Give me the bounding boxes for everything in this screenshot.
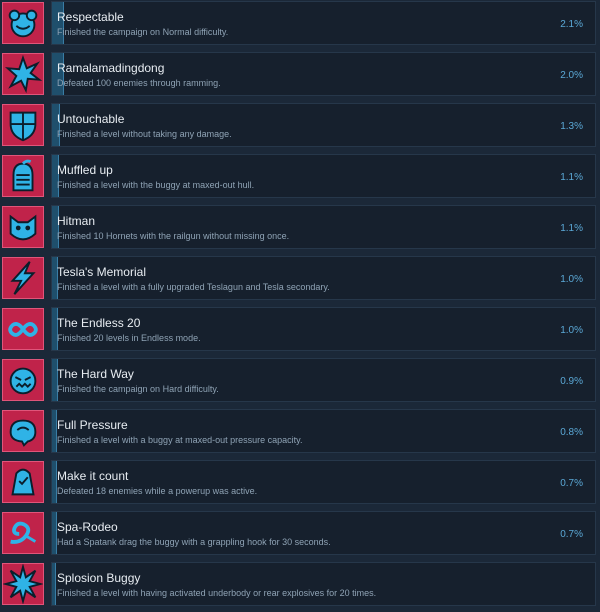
bear-head-icon — [2, 2, 44, 44]
powerup-icon — [2, 461, 44, 503]
achievement-description: Finished a level with having activated u… — [57, 588, 377, 598]
achievement-title: Full Pressure — [57, 418, 128, 432]
angry-monster-icon — [2, 359, 44, 401]
unlock-percent: 2.0% — [560, 70, 583, 81]
achievement-title: The Endless 20 — [57, 316, 141, 330]
achievement-card: Respectable Finished the campaign on Nor… — [51, 1, 596, 45]
unlock-percent: 0.7% — [560, 529, 583, 540]
achievement-description: Finished 20 levels in Endless mode. — [57, 333, 201, 343]
achievement-title: Ramalamadingdong — [57, 61, 165, 75]
achievement-title: Untouchable — [57, 112, 125, 126]
grappling-hook-icon — [2, 512, 44, 554]
achievement-row[interactable]: Full Pressure Finished a level with a bu… — [0, 408, 600, 459]
achievement-row[interactable]: Spa-Rodeo Had a Spatank drag the buggy w… — [0, 510, 600, 561]
unlock-percent: 1.0% — [560, 274, 583, 285]
unlock-percent: 1.1% — [560, 172, 583, 183]
achievement-description: Finished 10 Hornets with the railgun wit… — [57, 231, 290, 241]
achievement-row[interactable]: Muffled up Finished a level with the bug… — [0, 153, 600, 204]
unlock-percent: 2.1% — [560, 19, 583, 30]
unlock-percent: 0.8% — [560, 427, 583, 438]
unlock-percent: 1.3% — [560, 121, 583, 132]
achievement-description: Finished a level with a fully upgraded T… — [57, 282, 330, 292]
achievement-row[interactable]: The Hard Way Finished the campaign on Ha… — [0, 357, 600, 408]
achievement-description: Finished the campaign on Hard difficulty… — [57, 384, 219, 394]
achievement-description: Finished a level with the buggy at maxed… — [57, 180, 255, 190]
unlock-percent: 0.7% — [560, 478, 583, 489]
achievement-title: Spa-Rodeo — [57, 520, 118, 534]
achievement-row[interactable]: Make it count Defeated 18 enemies while … — [0, 459, 600, 510]
achievement-description: Defeated 100 enemies through ramming. — [57, 78, 221, 88]
achievement-row[interactable]: Respectable Finished the campaign on Nor… — [0, 0, 600, 51]
shield-icon — [2, 104, 44, 146]
achievement-card: Tesla's Memorial Finished a level with a… — [51, 256, 596, 300]
achievement-card: Untouchable Finished a level without tak… — [51, 103, 596, 147]
achievement-title: Splosion Buggy — [57, 571, 141, 585]
achievement-card: Hitman Finished 10 Hornets with the rail… — [51, 205, 596, 249]
achievement-list: Respectable Finished the campaign on Nor… — [0, 0, 600, 606]
achievement-description: Had a Spatank drag the buggy with a grap… — [57, 537, 331, 547]
achievement-row[interactable]: Untouchable Finished a level without tak… — [0, 102, 600, 153]
knight-helmet-icon — [2, 155, 44, 197]
achievement-row[interactable]: Tesla's Memorial Finished a level with a… — [0, 255, 600, 306]
infinity-icon — [2, 308, 44, 350]
achievement-title: Hitman — [57, 214, 96, 228]
achievement-card: Make it count Defeated 18 enemies while … — [51, 460, 596, 504]
achievement-title: Muffled up — [57, 163, 113, 177]
explosion-icon — [2, 53, 44, 95]
unlock-percent: 1.1% — [560, 223, 583, 234]
lightning-icon — [2, 257, 44, 299]
achievement-title: The Hard Way — [57, 367, 134, 381]
achievement-card: Spa-Rodeo Had a Spatank drag the buggy w… — [51, 511, 596, 555]
achievement-title: Respectable — [57, 10, 124, 24]
achievement-card: Full Pressure Finished a level with a bu… — [51, 409, 596, 453]
hornet-icon — [2, 206, 44, 248]
burst-icon — [2, 563, 44, 605]
achievement-description: Defeated 18 enemies while a powerup was … — [57, 486, 258, 496]
achievement-card: The Hard Way Finished the campaign on Ha… — [51, 358, 596, 402]
achievement-description: Finished the campaign on Normal difficul… — [57, 27, 229, 37]
achievement-card: The Endless 20 Finished 20 levels in End… — [51, 307, 596, 351]
achievement-row[interactable]: Ramalamadingdong Defeated 100 enemies th… — [0, 51, 600, 102]
unlock-percent: 0.9% — [560, 376, 583, 387]
unlock-percent: 1.0% — [560, 325, 583, 336]
achievement-description: Finished a level with a buggy at maxed-o… — [57, 435, 303, 445]
achievement-row[interactable]: Splosion Buggy Finished a level with hav… — [0, 561, 600, 612]
pressure-tank-icon — [2, 410, 44, 452]
achievement-title: Make it count — [57, 469, 129, 483]
achievement-card: Splosion Buggy Finished a level with hav… — [51, 562, 596, 606]
achievement-description: Finished a level without taking any dama… — [57, 129, 232, 139]
achievement-card: Muffled up Finished a level with the bug… — [51, 154, 596, 198]
achievement-row[interactable]: Hitman Finished 10 Hornets with the rail… — [0, 204, 600, 255]
achievement-card: Ramalamadingdong Defeated 100 enemies th… — [51, 52, 596, 96]
achievement-row[interactable]: The Endless 20 Finished 20 levels in End… — [0, 306, 600, 357]
achievement-title: Tesla's Memorial — [57, 265, 146, 279]
progress-bar — [52, 563, 57, 605]
